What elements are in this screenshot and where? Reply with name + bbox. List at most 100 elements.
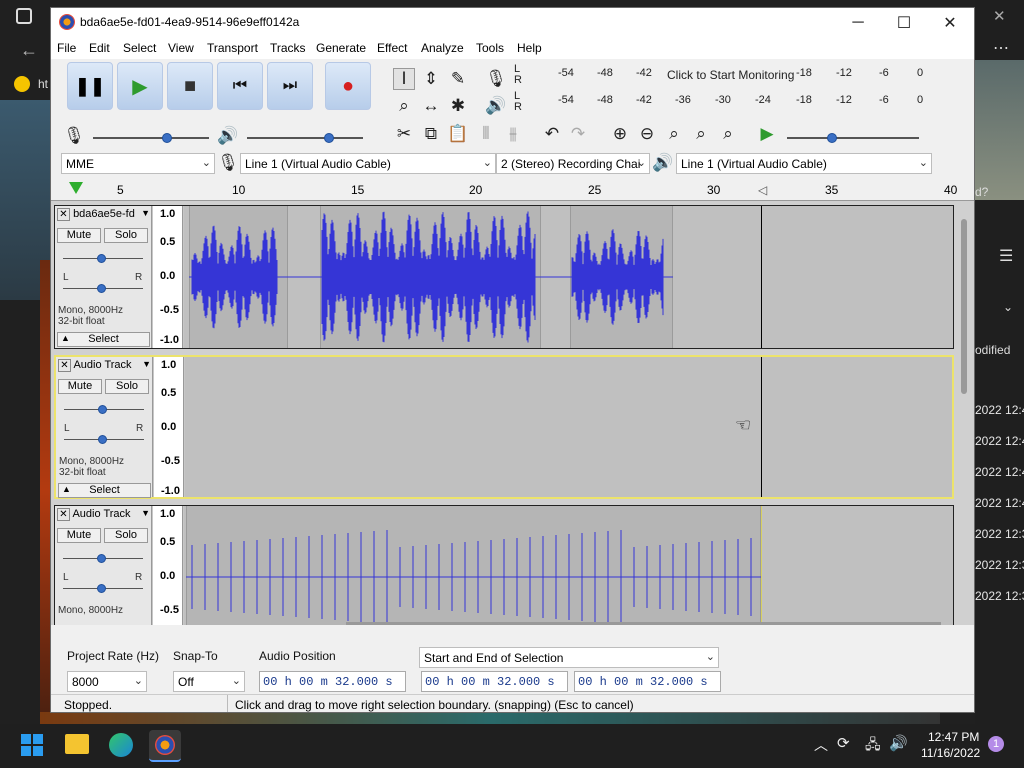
collapse-icon[interactable]: ▲ bbox=[61, 333, 70, 343]
record-device-select[interactable]: Line 1 (Virtual Audio Cable) ⌄ bbox=[240, 153, 496, 174]
amplitude-scale[interactable]: 1.0 0.5 0.0 -0.5 -1.0 bbox=[154, 357, 184, 497]
zoom-toggle-icon[interactable]: ⌕ bbox=[717, 123, 739, 145]
draw-tool-icon[interactable]: ✎ bbox=[447, 68, 469, 90]
pause-button[interactable]: ❚❚ bbox=[67, 62, 113, 110]
snap-to-select[interactable]: Off ⌄ bbox=[173, 671, 245, 692]
selection-mode-select[interactable]: Start and End of Selection ⌄ bbox=[419, 647, 719, 668]
vertical-scrollbar[interactable] bbox=[961, 219, 967, 394]
title-bar[interactable]: bda6ae5e-fd01-4ea9-9514-96e9eff0142a ─ ☐… bbox=[51, 8, 974, 37]
maximize-button[interactable]: ☐ bbox=[881, 8, 927, 37]
cut-icon[interactable]: ✂ bbox=[393, 123, 415, 145]
mute-button[interactable]: Mute bbox=[58, 379, 102, 394]
pan-slider[interactable] bbox=[97, 584, 106, 593]
track-1[interactable]: ✕ bda6ae5e-fd ▼ Mute Solo L R Mono, 8000H… bbox=[54, 205, 954, 349]
select-button[interactable]: ▲ Select bbox=[58, 483, 151, 498]
fit-project-icon[interactable]: ⌕ bbox=[690, 123, 712, 145]
close-icon[interactable]: ✕ bbox=[57, 208, 70, 221]
amplitude-scale[interactable]: 1.0 0.5 0.0 -0.5 -1.0 bbox=[153, 206, 183, 348]
playback-volume-slider[interactable] bbox=[324, 133, 334, 143]
close-button[interactable]: ✕ bbox=[927, 8, 973, 37]
host-select[interactable]: MME ⌄ bbox=[61, 153, 215, 174]
menu-tools[interactable]: Tools bbox=[476, 41, 504, 55]
menu-file[interactable]: File bbox=[57, 41, 76, 55]
record-button[interactable]: ● bbox=[325, 62, 371, 110]
notification-badge[interactable]: 1 bbox=[988, 736, 1004, 752]
menu-select[interactable]: Select bbox=[123, 41, 156, 55]
close-icon[interactable]: ✕ bbox=[57, 508, 70, 521]
gain-slider[interactable] bbox=[97, 254, 106, 263]
zoom-tool-icon[interactable]: ⌕ bbox=[393, 95, 415, 117]
trim-icon[interactable]: ⫴ bbox=[475, 123, 497, 145]
pan-slider[interactable] bbox=[98, 435, 107, 444]
undo-icon[interactable]: ↶ bbox=[541, 123, 563, 145]
menu-effect[interactable]: Effect bbox=[377, 41, 407, 55]
menu-generate[interactable]: Generate bbox=[316, 41, 366, 55]
menu-tracks[interactable]: Tracks bbox=[270, 41, 306, 55]
timeshift-tool-icon[interactable]: ↔ bbox=[420, 95, 442, 117]
selection-end-field[interactable]: 00 h 00 m 32.000 s bbox=[574, 671, 721, 692]
recording-volume-track[interactable] bbox=[93, 137, 209, 139]
audio-position-field[interactable]: 00 h 00 m 32.000 s bbox=[259, 671, 406, 692]
fit-selection-icon[interactable]: ⌕ bbox=[663, 123, 685, 145]
zoom-in-icon[interactable]: ⊕ bbox=[609, 123, 631, 145]
collapse-icon[interactable]: ▲ bbox=[62, 484, 71, 494]
redo-icon[interactable]: ↷ bbox=[567, 123, 589, 145]
select-button[interactable]: ▲ Select bbox=[57, 332, 150, 347]
silence-icon[interactable]: ⫵ bbox=[502, 123, 524, 145]
solo-button[interactable]: Solo bbox=[105, 379, 149, 394]
file-explorer-icon[interactable] bbox=[65, 734, 89, 754]
menu-transport[interactable]: Transport bbox=[207, 41, 258, 55]
waveform-area[interactable] bbox=[184, 206, 953, 348]
gain-slider[interactable] bbox=[98, 405, 107, 414]
recording-volume-slider[interactable] bbox=[162, 133, 172, 143]
bg-more-icon[interactable]: ⋯ bbox=[993, 38, 1009, 58]
bg-chevron-icon[interactable]: ⌄ bbox=[1003, 300, 1013, 314]
clock-date[interactable]: 11/16/2022 bbox=[921, 746, 980, 760]
menu-analyze[interactable]: Analyze bbox=[421, 41, 464, 55]
play-at-speed-icon[interactable]: ▶ bbox=[756, 123, 778, 145]
edge-icon[interactable] bbox=[109, 733, 133, 757]
play-speed-slider[interactable] bbox=[827, 133, 837, 143]
waveform-area[interactable] bbox=[184, 506, 953, 630]
record-meter-mic-icon[interactable]: 🎙 bbox=[485, 68, 507, 90]
gain-slider[interactable] bbox=[97, 554, 106, 563]
network-icon[interactable]: 🖧 bbox=[865, 734, 881, 758]
track-name-menu[interactable]: ✕ Audio Track ▼ bbox=[58, 359, 151, 375]
volume-icon[interactable]: 🔊 bbox=[889, 734, 908, 752]
track-name-menu[interactable]: ✕ bda6ae5e-fd ▼ bbox=[57, 208, 150, 224]
menu-edit[interactable]: Edit bbox=[89, 41, 110, 55]
stop-button[interactable]: ■ bbox=[167, 62, 213, 110]
bg-close-icon[interactable]: ✕ bbox=[993, 7, 1006, 25]
mute-button[interactable]: Mute bbox=[57, 528, 101, 543]
sync-icon[interactable]: ⟳ bbox=[837, 734, 850, 752]
back-arrow-icon[interactable]: ← bbox=[20, 40, 38, 61]
zoom-out-icon[interactable]: ⊖ bbox=[636, 123, 658, 145]
timeline-ruler[interactable]: 5 10 15 20 25 30 35 40 ◁ bbox=[51, 178, 974, 201]
menu-help[interactable]: Help bbox=[517, 41, 542, 55]
track-name-menu[interactable]: ✕ Audio Track ▼ bbox=[57, 508, 150, 524]
menu-view[interactable]: View bbox=[168, 41, 194, 55]
skip-end-button[interactable]: ⏭ bbox=[267, 62, 313, 110]
start-monitoring-label[interactable]: Click to Start Monitoring bbox=[667, 68, 794, 82]
pan-slider[interactable] bbox=[97, 284, 106, 293]
channels-select[interactable]: 2 (Stereo) Recording Chai ⌄ bbox=[496, 153, 650, 174]
playback-meter-speaker-icon[interactable]: 🔊 bbox=[485, 95, 507, 117]
bg-list-icon[interactable]: ☰ bbox=[999, 246, 1013, 266]
play-button[interactable]: ▶ bbox=[117, 62, 163, 110]
track-2[interactable]: ✕ Audio Track ▼ Mute Solo L R Mono, 8000H… bbox=[54, 355, 954, 499]
audacity-taskbar-icon[interactable] bbox=[149, 730, 181, 762]
envelope-tool-icon[interactable]: ⇕ bbox=[420, 68, 442, 90]
selection-tool-icon[interactable]: Ⅰ bbox=[393, 68, 415, 90]
selection-start-field[interactable]: 00 h 00 m 32.000 s bbox=[421, 671, 568, 692]
pin-triangle-icon[interactable] bbox=[69, 182, 83, 194]
close-icon[interactable]: ✕ bbox=[58, 359, 71, 372]
mute-button[interactable]: Mute bbox=[57, 228, 101, 243]
solo-button[interactable]: Solo bbox=[104, 528, 148, 543]
clock-time[interactable]: 12:47 PM bbox=[928, 730, 979, 744]
track-3[interactable]: ✕ Audio Track ▼ Mute Solo L R Mono, 8000H… bbox=[54, 505, 954, 630]
amplitude-scale[interactable]: 1.0 0.5 0.0 -0.5 bbox=[153, 506, 183, 629]
copy-icon[interactable]: ⧉ bbox=[420, 123, 442, 145]
tab-icon[interactable] bbox=[16, 8, 32, 24]
solo-button[interactable]: Solo bbox=[104, 228, 148, 243]
playback-volume-track[interactable] bbox=[247, 137, 363, 139]
